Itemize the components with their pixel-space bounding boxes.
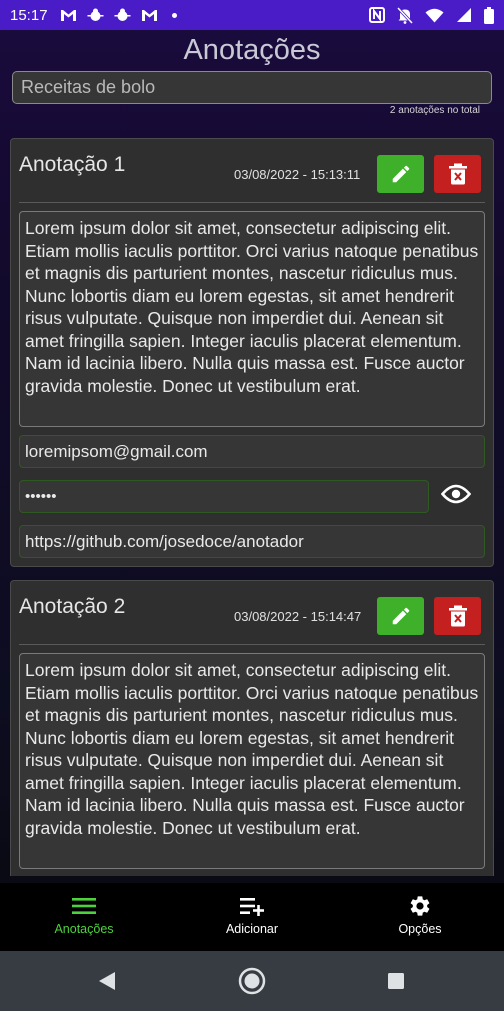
nav-label: Adicionar [225,922,279,936]
wifi-icon [425,8,444,22]
search-input[interactable]: Receitas de bolo [12,71,492,104]
note-text-area[interactable]: Lorem ipsum dolor sit amet, consectetur … [19,653,485,869]
back-button[interactable] [93,967,121,995]
bottom-navigation: Anotações Adicionar Opções [0,883,504,951]
trash-icon [448,163,467,185]
note-text-area[interactable]: Lorem ipsum dolor sit amet, consectetur … [19,211,485,427]
gmail-icon [60,10,76,21]
note-card: Anotação 1 03/08/2022 - 15:13:11 Lorem i… [10,138,494,567]
signal-icon [457,8,471,22]
playlist-add-icon [240,898,264,916]
delete-button[interactable] [434,597,481,635]
back-triangle-icon [99,972,115,990]
url-field[interactable]: https://github.com/josedoce/anotador [19,525,485,558]
notification-dot-icon [171,12,177,18]
note-date: 03/08/2022 - 15:13:11 [234,167,361,182]
mute-bell-icon [397,6,413,24]
bug-icon [87,8,104,21]
divider [19,202,485,203]
battery-icon [484,6,494,24]
bug-icon-2 [114,8,131,21]
edit-button[interactable] [377,597,424,635]
nav-item-opcoes[interactable]: Opções [336,883,504,951]
note-title: Anotação 1 [19,153,126,176]
note-title: Anotação 2 [19,595,126,618]
total-count-label: 2 anotações no total [389,105,480,116]
recents-button[interactable] [382,967,410,995]
menu-icon [72,898,96,914]
status-time: 15:17 [10,6,48,24]
page-title: Anotações [183,34,321,66]
nav-item-adicionar[interactable]: Adicionar [168,883,336,951]
pencil-icon [392,607,409,625]
divider [19,644,485,645]
nav-item-anotacoes[interactable]: Anotações [0,883,168,951]
home-circle-icon [238,967,266,995]
gmail-icon-2 [141,10,157,21]
recents-square-icon [388,973,404,989]
system-navigation-bar [0,951,504,1011]
trash-icon [448,605,467,627]
status-bar: 15:17 [0,0,504,30]
email-field[interactable]: loremipsom@gmail.com [19,435,485,468]
notes-list[interactable]: Anotação 1 03/08/2022 - 15:13:11 Lorem i… [0,138,504,876]
gear-icon [410,896,430,916]
password-field[interactable]: •••••• [19,480,429,513]
pencil-icon [392,165,409,183]
toggle-password-visibility-button[interactable] [441,482,471,506]
nav-label: Opções [398,922,442,936]
nfc-icon [369,7,385,23]
nav-label: Anotações [54,922,114,936]
note-card: Anotação 2 03/08/2022 - 15:14:47 Lorem i… [10,580,494,876]
eye-icon [441,484,471,504]
delete-button[interactable] [434,155,481,193]
edit-button[interactable] [377,155,424,193]
note-date: 03/08/2022 - 15:14:47 [234,609,362,624]
home-button[interactable] [238,967,266,995]
